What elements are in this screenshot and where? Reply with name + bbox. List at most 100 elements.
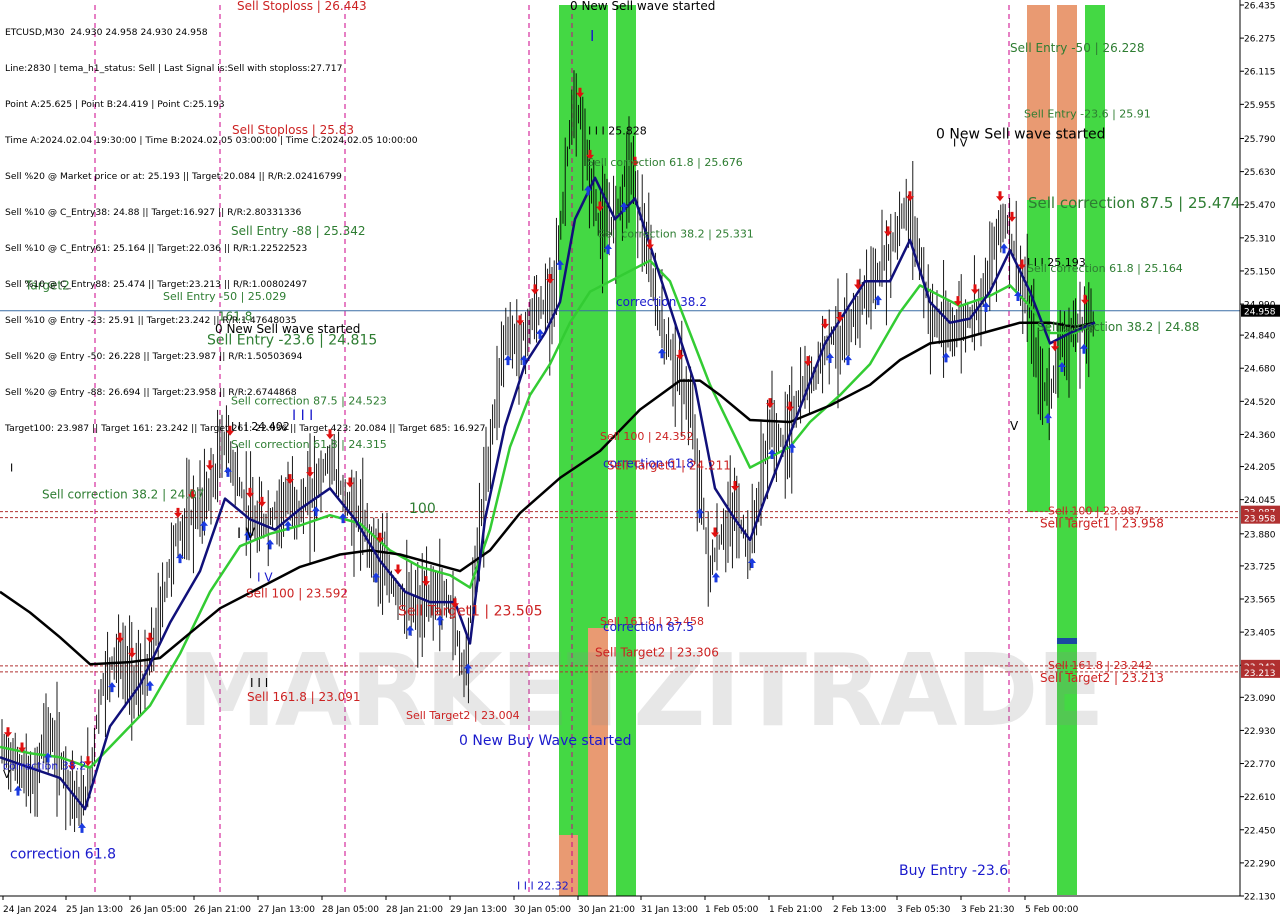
x-tick-label: 25 Jan 13:00: [66, 905, 123, 915]
indicator-info-panel: ETCUSD,M30 24.930 24.958 24.930 24.958 L…: [5, 3, 485, 459]
buy-arrow-icon: [312, 506, 320, 517]
chart-annotation: Sell Target1 | 24.211: [607, 458, 731, 472]
buy-arrow-icon: [844, 355, 852, 366]
y-tick-label: 26.435: [1244, 2, 1276, 12]
signal-zone: [588, 5, 608, 628]
chart-annotation: Sell Target2 | 23.306: [595, 646, 719, 660]
x-tick-label: 28 Jan 05:00: [322, 905, 379, 915]
info-line: Sell %20 @ Market price or at: 25.193 ||…: [5, 171, 342, 182]
chart-annotation: I V: [257, 570, 273, 584]
chart-annotation: I I I 25.828: [588, 125, 647, 138]
level-label: Sell Target1 | 23.958: [1040, 517, 1164, 531]
x-tick-label: 3 Feb 05:30: [897, 905, 951, 915]
chart-annotation: Sell Target1 | 23.505: [398, 603, 543, 619]
info-line: Sell %10 @ C_Entry88: 25.474 || Target:2…: [5, 279, 308, 290]
sell-arrow-icon: [346, 477, 354, 488]
info-line: Sell %20 @ Entry -50: 26.228 || Target:2…: [5, 351, 303, 362]
x-tick-label: 31 Jan 13:00: [641, 905, 698, 915]
signal-zone: [1057, 205, 1077, 895]
chart-annotation: Sell 161.8 | 23.091: [247, 690, 361, 704]
chart-annotation: I V: [237, 526, 256, 542]
level-tag-label: 23.213: [1244, 669, 1276, 679]
buy-arrow-icon: [748, 557, 756, 568]
sell-arrow-icon: [711, 527, 719, 538]
y-tick-label: 22.450: [1244, 826, 1276, 836]
sell-arrow-icon: [646, 239, 654, 250]
buy-arrow-icon: [504, 355, 512, 366]
chart-annotation: Sell 100 | 23.592: [246, 586, 348, 600]
sell-arrow-icon: [4, 727, 12, 738]
signal-zone: [1027, 5, 1050, 200]
chart-window: MARKETZITRADE Sell 100 | 23.987 Sell Targe…: [0, 0, 1280, 920]
chart-annotation: correction 38.2: [616, 295, 707, 309]
y-tick-label: 25.790: [1244, 135, 1276, 145]
buy-arrow-icon: [712, 572, 720, 583]
y-tick-label: 25.630: [1244, 168, 1276, 178]
chart-annotation: I I I 22.32: [517, 880, 569, 893]
buy-arrow-icon: [200, 520, 208, 531]
chart-annotation: correction 38.2: [3, 760, 86, 773]
chart-annotation: Sell correction 38.2 | 24.07: [42, 487, 204, 501]
chart-annotation: Buy Entry -23.6: [899, 863, 1008, 879]
chart-annotation: I: [590, 27, 594, 45]
sell-arrow-icon: [174, 507, 182, 518]
y-tick-label: 22.290: [1244, 859, 1276, 869]
y-tick-label: 23.565: [1244, 596, 1276, 606]
x-tick-label: 26 Jan 21:00: [194, 905, 251, 915]
info-line: Target100: 23.987 || Target 161: 23.242 …: [5, 423, 486, 434]
info-line: Sell %10 @ C_Entry38: 24.88 || Target:16…: [5, 207, 302, 218]
chart-annotation: Sell 100 | 24.352: [600, 430, 694, 443]
y-tick-label: 23.880: [1244, 530, 1276, 540]
sell-arrow-icon: [394, 564, 402, 575]
chart-annotation: Sell correction 38.2 | 25.331: [598, 227, 754, 240]
chart-annotation: Sell Entry -50 | 26.228: [1010, 41, 1144, 55]
x-tick-label: 3 Feb 21:30: [961, 905, 1015, 915]
y-tick-label: 24.520: [1244, 398, 1276, 408]
x-tick-label: 1 Feb 21:00: [769, 905, 823, 915]
x-tick-label: 29 Jan 13:00: [450, 905, 507, 915]
sell-arrow-icon: [996, 191, 1004, 202]
y-tick-label: 25.955: [1244, 101, 1276, 111]
y-tick-label: 22.930: [1244, 727, 1276, 737]
current-price-tag-label: 24.958: [1244, 308, 1276, 318]
buy-arrow-icon: [14, 785, 22, 796]
y-tick-label: 26.115: [1244, 68, 1276, 78]
chart-annotation: V: [1010, 419, 1019, 433]
signal-zone: [1057, 5, 1077, 205]
x-tick-label: 2 Feb 13:00: [833, 905, 887, 915]
y-tick-label: 23.725: [1244, 562, 1276, 572]
info-line: Time A:2024.02.04 19:30:00 | Time B:2024…: [5, 135, 418, 146]
y-tick-label: 23.405: [1244, 629, 1276, 639]
level-tag-label: 23.958: [1244, 515, 1276, 525]
level-label: Sell Target2 | 23.213: [1040, 671, 1164, 685]
x-tick-label: 26 Jan 05:00: [130, 905, 187, 915]
x-tick-label: 30 Jan 05:00: [514, 905, 571, 915]
sell-arrow-icon: [146, 632, 154, 643]
signal-zone: [1085, 5, 1105, 512]
chart-annotation: Sell correction 61.8 | 25.164: [1027, 262, 1183, 275]
y-tick-label: 24.360: [1244, 431, 1276, 441]
info-line: Sell %20 @ Entry -88: 26.694 || Target:2…: [5, 387, 297, 398]
chart-annotation: I I I: [250, 676, 268, 690]
y-tick-label: 24.205: [1244, 463, 1276, 473]
buy-arrow-icon: [266, 539, 274, 550]
y-tick-label: 24.680: [1244, 365, 1276, 375]
y-tick-label: 25.150: [1244, 267, 1276, 277]
y-tick-label: 23.090: [1244, 694, 1276, 704]
chart-annotation: Sell correction 87.5 | 25.474: [1028, 194, 1240, 212]
chart-annotation: 0 New Sell wave started: [936, 126, 1106, 142]
buy-arrow-icon: [658, 348, 666, 359]
chart-annotation: 0 New Sell wave started: [570, 0, 715, 13]
symbol-line: ETCUSD,M30 24.930 24.958 24.930 24.958: [5, 27, 208, 38]
sell-arrow-icon: [971, 284, 979, 295]
sell-arrow-icon: [306, 467, 314, 478]
info-line: Sell %10 @ Entry -23: 25.91 || Target:23…: [5, 315, 297, 326]
chart-annotation: Sell correction 38.2 | 24.88: [1037, 320, 1199, 334]
chart-annotation: 100: [409, 501, 436, 517]
y-tick-label: 22.770: [1244, 760, 1276, 770]
chart-annotation: Sell correction 61.8 | 25.676: [587, 156, 743, 169]
chart-annotation: I: [10, 462, 13, 475]
x-tick-label: 27 Jan 13:00: [258, 905, 315, 915]
x-tick-label: 5 Feb 00:00: [1025, 905, 1079, 915]
y-tick-label: 25.310: [1244, 234, 1276, 244]
